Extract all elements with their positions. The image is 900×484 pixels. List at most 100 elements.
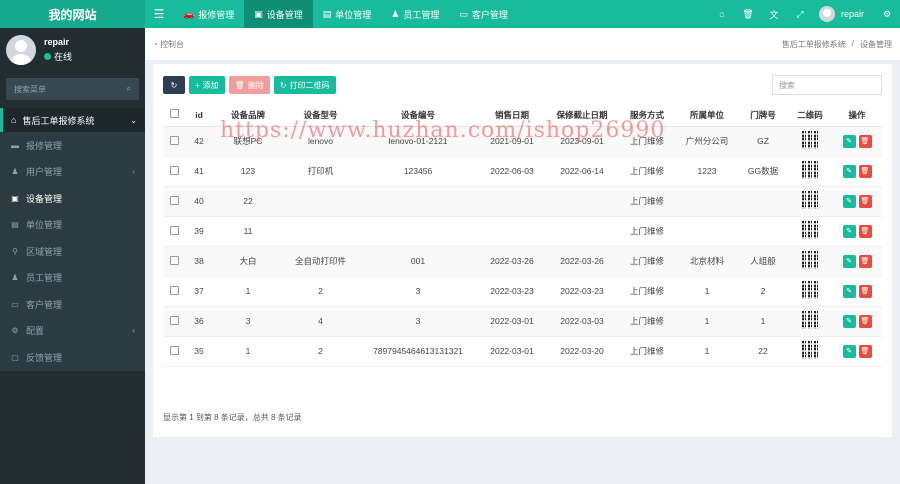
table-row[interactable]: 35 1 2 7897945464613131321 2022-03-01 2022-03… bbox=[163, 336, 882, 367]
row-select-cell[interactable] bbox=[163, 306, 185, 337]
delete-row-button[interactable]: 🗑 bbox=[858, 344, 872, 358]
table-cell: 上门维修 bbox=[618, 156, 676, 187]
sidebar-group-system[interactable]: ⌂ 售后工单报修系统 ⌄ bbox=[0, 108, 145, 132]
qrcode-cell[interactable] bbox=[788, 276, 832, 307]
row-checkbox[interactable] bbox=[169, 285, 179, 295]
device-icon: ▣ bbox=[254, 8, 263, 19]
topnav-customers[interactable]: ▭ 客户管理 bbox=[449, 0, 518, 28]
qrcode-cell[interactable] bbox=[788, 186, 832, 217]
sidebar-item-config[interactable]: ⚙ 配置 ‹ bbox=[0, 317, 145, 344]
home-icon[interactable]: ⌂ bbox=[709, 0, 735, 28]
edit-button[interactable]: ✎ bbox=[842, 164, 856, 178]
sidebar-item-repair[interactable]: ▬ 报修管理 bbox=[0, 132, 145, 159]
refresh-button[interactable]: ↻ bbox=[163, 76, 185, 94]
topnav-devices[interactable]: ▣ 设备管理 bbox=[244, 0, 313, 28]
sidebar-search-input[interactable]: 搜索菜单 ⌕ bbox=[6, 78, 139, 100]
sidebar-user-name: repair bbox=[44, 37, 70, 47]
sidebar-item-staff[interactable]: ♟ 员工管理 bbox=[0, 264, 145, 291]
table-cell: GG数据 bbox=[738, 156, 788, 187]
row-select-cell[interactable] bbox=[163, 336, 185, 367]
topnav-repair[interactable]: 🚗 报修管理 bbox=[173, 0, 244, 28]
hamburger-icon[interactable]: ☰ bbox=[145, 0, 173, 28]
select-all-checkbox[interactable] bbox=[169, 109, 179, 119]
edit-button[interactable]: ✎ bbox=[842, 314, 856, 328]
delete-row-button[interactable]: 🗑 bbox=[858, 224, 872, 238]
qrcode-icon[interactable] bbox=[802, 131, 818, 149]
row-select-cell[interactable] bbox=[163, 246, 185, 277]
row-checkbox[interactable] bbox=[169, 195, 179, 205]
delete-button[interactable]: 🗑 删除 bbox=[228, 76, 270, 94]
row-select-cell[interactable] bbox=[163, 156, 185, 187]
delete-row-button[interactable]: 🗑 bbox=[858, 194, 872, 208]
delete-row-button[interactable]: 🗑 bbox=[858, 134, 872, 148]
qrcode-icon[interactable] bbox=[802, 251, 818, 269]
table-row[interactable]: 37 1 2 3 2022-03-23 2022-03-23 上门维修 1 2 ✎ 🗑 bbox=[163, 276, 882, 307]
edit-button[interactable]: ✎ bbox=[842, 224, 856, 238]
fullscreen-icon[interactable]: ⤢ bbox=[787, 0, 813, 28]
row-select-cell[interactable] bbox=[163, 216, 185, 247]
table-cell: 37 bbox=[185, 276, 213, 307]
qrcode-icon[interactable] bbox=[802, 221, 818, 239]
sidebar-item-label: 客户管理 bbox=[26, 299, 63, 310]
qrcode-cell[interactable] bbox=[788, 336, 832, 367]
table-row[interactable]: 39 11 上门维修 ✎ 🗑 bbox=[163, 216, 882, 247]
qrcode-icon[interactable] bbox=[802, 311, 818, 329]
sidebar-item-feedback[interactable]: ▢ 反馈管理 bbox=[0, 344, 145, 371]
edit-button[interactable]: ✎ bbox=[842, 134, 856, 148]
row-select-cell[interactable] bbox=[163, 186, 185, 217]
qrcode-cell[interactable] bbox=[788, 216, 832, 247]
sidebar-item-units[interactable]: ▤ 单位管理 bbox=[0, 211, 145, 238]
site-logo[interactable]: 我的网站 bbox=[0, 0, 145, 28]
breadcrumb-item[interactable]: 售后工单报修系统 bbox=[782, 39, 846, 50]
table-cell: 41 bbox=[185, 156, 213, 187]
sidebar-item-customers[interactable]: ▭ 客户管理 bbox=[0, 291, 145, 318]
edit-button[interactable]: ✎ bbox=[842, 344, 856, 358]
row-checkbox[interactable] bbox=[169, 225, 179, 235]
sidebar-item-devices[interactable]: ▣ 设备管理 bbox=[0, 185, 145, 212]
breadcrumb-home[interactable]: ◔ 控制台 bbox=[153, 39, 184, 50]
gears-icon[interactable]: ⚙ bbox=[874, 0, 900, 28]
qrcode-icon[interactable] bbox=[802, 281, 818, 299]
user-menu[interactable]: repair bbox=[813, 0, 874, 28]
qrcode-icon[interactable] bbox=[802, 191, 818, 209]
row-checkbox[interactable] bbox=[169, 315, 179, 325]
table-search-input[interactable]: 搜索 bbox=[772, 75, 882, 95]
delete-row-button[interactable]: 🗑 bbox=[858, 254, 872, 268]
sidebar-item-users[interactable]: ♟ 用户管理 ‹ bbox=[0, 158, 145, 185]
sidebar-item-regions[interactable]: ⚲ 区域管理 bbox=[0, 238, 145, 265]
qrcode-icon[interactable] bbox=[802, 341, 818, 359]
edit-button[interactable]: ✎ bbox=[842, 284, 856, 298]
delete-row-button[interactable]: 🗑 bbox=[858, 314, 872, 328]
topnav-staff[interactable]: ♟ 员工管理 bbox=[381, 0, 449, 28]
row-select-cell[interactable] bbox=[163, 276, 185, 307]
qrcode-cell[interactable] bbox=[788, 306, 832, 337]
table-row[interactable]: 40 22 上门维修 ✎ 🗑 bbox=[163, 186, 882, 217]
print-qrcode-button[interactable]: ↻ 打印二维码 bbox=[273, 76, 336, 94]
row-checkbox[interactable] bbox=[169, 255, 179, 265]
edit-button[interactable]: ✎ bbox=[842, 194, 856, 208]
qrcode-icon[interactable] bbox=[802, 161, 818, 179]
language-icon[interactable]: 文 bbox=[761, 0, 787, 28]
qrcode-cell[interactable] bbox=[788, 246, 832, 277]
add-button[interactable]: + 添加 bbox=[189, 76, 225, 94]
row-checkbox[interactable] bbox=[169, 345, 179, 355]
delete-row-button[interactable]: 🗑 bbox=[858, 284, 872, 298]
edit-button[interactable]: ✎ bbox=[842, 254, 856, 268]
table-row[interactable]: 41 123 打印机 123456 2022-06-03 2022-06-14 上门维修 12… bbox=[163, 156, 882, 187]
row-checkbox[interactable] bbox=[169, 165, 179, 175]
select-all-header[interactable] bbox=[163, 104, 185, 127]
delete-row-button[interactable]: 🗑 bbox=[858, 164, 872, 178]
table-row[interactable]: 38 大白 全自动打印件 001 2022-03-26 2022-03-26 上门维修 北京材… bbox=[163, 246, 882, 277]
row-checkbox[interactable] bbox=[169, 135, 179, 145]
qrcode-cell[interactable] bbox=[788, 126, 832, 157]
qrcode-cell[interactable] bbox=[788, 156, 832, 187]
pagination-info: 显示第 1 到第 8 条记录，总共 8 条记录 bbox=[163, 413, 302, 422]
trash-icon[interactable]: 🗑 bbox=[735, 0, 761, 28]
col-header: 销售日期 bbox=[478, 104, 546, 127]
col-header[interactable]: id bbox=[185, 104, 213, 127]
search-icon[interactable]: ⌕ bbox=[127, 84, 131, 94]
table-row[interactable]: 36 3 4 3 2022-03-01 2022-03-03 上门维修 1 1 ✎ 🗑 bbox=[163, 306, 882, 337]
table-row[interactable]: 42 联想PC lenovo lenovo-01-2121 2021-09-01 2023… bbox=[163, 126, 882, 157]
topnav-units[interactable]: ▤ 单位管理 bbox=[313, 0, 382, 28]
row-select-cell[interactable] bbox=[163, 126, 185, 157]
